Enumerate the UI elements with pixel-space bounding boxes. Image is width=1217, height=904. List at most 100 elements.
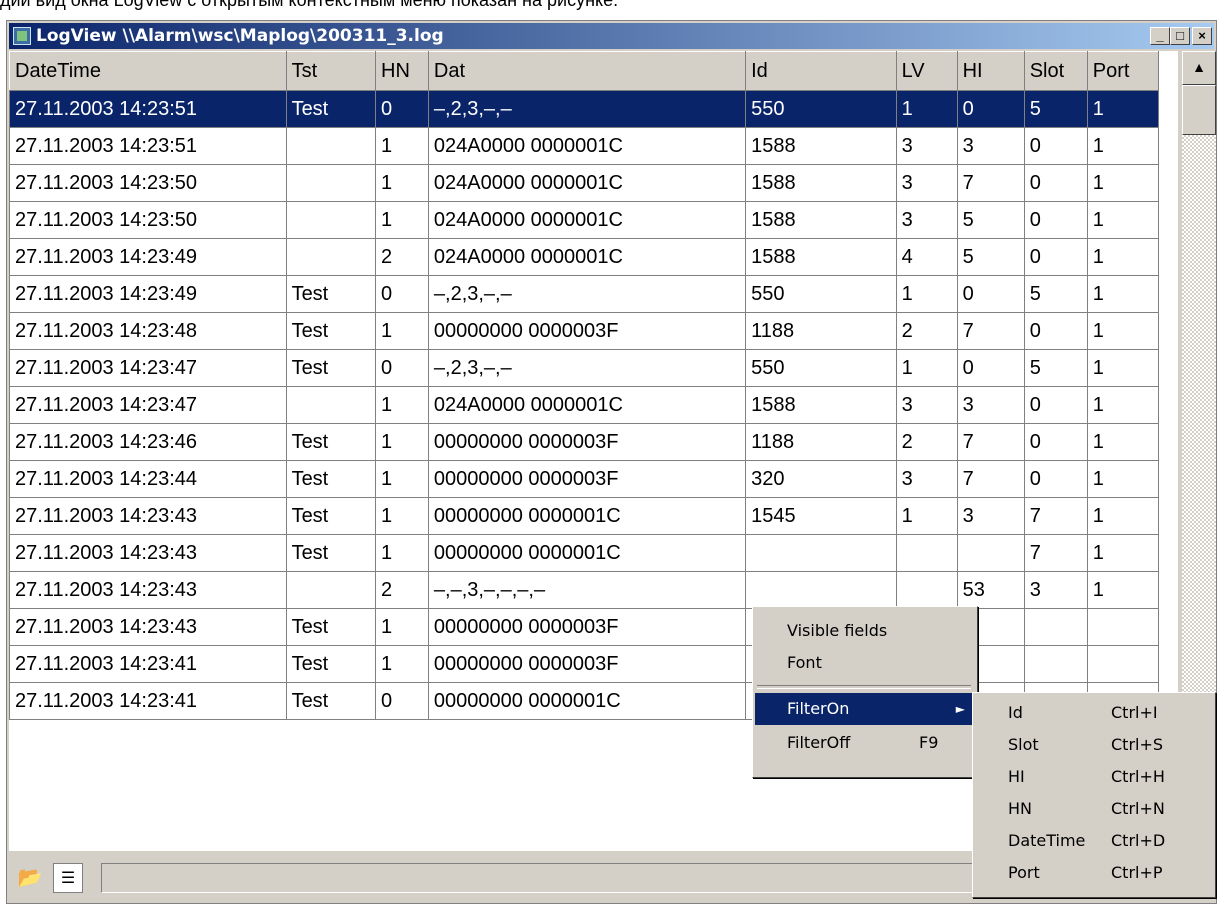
submenu-item-label: Port [1008,863,1040,882]
table-cell: 1 [1086,90,1160,128]
submenu-item-slot[interactable]: Slot Ctrl+S [975,729,1211,761]
table-row[interactable]: 27.11.2003 14:23:50 1 024A0000 0000001C 158… [9,201,1160,239]
table-cell: 1 [375,423,429,461]
table-row[interactable]: 27.11.2003 14:23:41 Test 1 00000000 0000003… [9,645,1160,683]
table-row[interactable]: 27.11.2003 14:23:47 1 024A0000 0000001C 158… [9,386,1160,424]
table-cell: –,2,3,–,– [427,90,747,128]
submenu-item-shortcut: Ctrl+S [1111,735,1164,754]
submenu-item-label: DateTime [1008,831,1086,850]
table-cell: 1588 [745,201,897,239]
table-row[interactable]: 27.11.2003 14:23:49 Test 0 –,2,3,–,– 550 1 0 5 1 [9,275,1160,313]
title-bar[interactable]: LogView \\Alarm\wsc\Maplog\200311_3.log … [9,23,1214,49]
submenu-item-label: Id [1008,703,1023,722]
table-cell: Test [285,460,377,498]
table-cell: 0 [1023,164,1088,202]
submenu-item-shortcut: Ctrl+D [1111,831,1166,850]
table-cell: 1 [1086,201,1160,239]
table-row[interactable]: 27.11.2003 14:23:43 Test 1 00000000 0000003… [9,608,1160,646]
submenu-item-id[interactable]: Id Ctrl+I [975,697,1211,729]
maximize-button[interactable]: □ [1170,27,1190,45]
open-folder-icon[interactable]: 📂 [15,863,45,893]
menu-item-shortcut: F9 [919,733,939,752]
table-row[interactable]: 27.11.2003 14:23:48 Test 1 00000000 0000003… [9,312,1160,350]
table-cell: 2 [375,238,429,276]
table-cell: 27.11.2003 14:23:43 [9,497,287,535]
table-row[interactable]: 27.11.2003 14:23:43 2 –,–,3,–,–,–,– 53 3 1 [9,571,1160,609]
submenu-item-port[interactable]: Port Ctrl+P [975,857,1211,889]
menu-item-filter-off[interactable]: FilterOff F9 [755,727,973,759]
table-cell: 0 [1023,201,1088,239]
table-cell: 1 [895,90,958,128]
table-cell [745,534,897,572]
table-cell: Test [285,275,377,313]
table-cell: 0 [375,90,429,128]
table-cell: 1 [1086,497,1160,535]
submenu-item-shortcut: Ctrl+I [1111,703,1158,722]
table-cell: 1 [375,497,429,535]
column-header[interactable]: Slot [1023,51,1088,91]
table-cell: 4 [895,238,958,276]
scroll-thumb[interactable] [1182,85,1216,135]
submenu-item-datetime[interactable]: DateTime Ctrl+D [975,825,1211,857]
table-cell: 00000000 0000003F [427,645,747,683]
table-cell: 1 [1086,238,1160,276]
table-row[interactable]: 27.11.2003 14:23:46 Test 1 00000000 0000003… [9,423,1160,461]
table-cell: –,2,3,–,– [427,349,747,387]
table-cell: Test [285,349,377,387]
table-cell: Test [285,312,377,350]
menu-item-label: Font [787,653,822,672]
table-cell [285,201,377,239]
table-cell: 1 [1086,460,1160,498]
menu-item-label: FilterOff [787,733,851,752]
table-cell: 00000000 0000001C [427,497,747,535]
context-menu: Visible fields Font FilterOn ► FilterOff… [752,606,978,778]
submenu-item-shortcut: Ctrl+P [1111,863,1163,882]
column-header[interactable]: Dat [427,51,747,91]
table-row[interactable]: 27.11.2003 14:23:43 Test 1 00000000 0000001… [9,497,1160,535]
table-row[interactable]: 27.11.2003 14:23:50 1 024A0000 0000001C 158… [9,164,1160,202]
table-row[interactable]: 27.11.2003 14:23:51 Test 0 –,2,3,–,– 550 1 0 5 1 [9,90,1160,128]
table-cell: 0 [956,275,1025,313]
column-header[interactable]: LV [895,51,958,91]
table-cell: 27.11.2003 14:23:44 [9,460,287,498]
table-cell: 7 [1023,534,1088,572]
table-cell: 27.11.2003 14:23:43 [9,571,287,609]
table-cell: 1 [375,534,429,572]
table-cell: 2 [895,312,958,350]
table-cell: 1 [375,386,429,424]
document-text-line: дии вид окна LogView с открытым контекст… [0,0,619,10]
table-cell: 27.11.2003 14:23:51 [9,127,287,165]
table-cell: 1 [1086,127,1160,165]
table-row[interactable]: 27.11.2003 14:23:44 Test 1 00000000 0000003… [9,460,1160,498]
submenu-item-hi[interactable]: HI Ctrl+H [975,761,1211,793]
menu-item-visible-fields[interactable]: Visible fields [755,615,973,647]
app-icon [13,27,31,45]
scroll-up-arrow-icon[interactable]: ▲ [1182,51,1216,85]
column-header[interactable]: Tst [285,51,377,91]
column-header[interactable]: DateTime [9,51,287,91]
table-cell: 00000000 0000003F [427,423,747,461]
table-cell: Test [285,645,377,683]
table-row[interactable]: 27.11.2003 14:23:43 Test 1 00000000 0000001… [9,534,1160,572]
table-row[interactable]: 27.11.2003 14:23:47 Test 0 –,2,3,–,– 550 1 0 5 1 [9,349,1160,387]
table-cell: 0 [375,682,429,720]
submenu-item-label: HN [1008,799,1032,818]
table-cell: 27.11.2003 14:23:49 [9,238,287,276]
submenu-item-hn[interactable]: HN Ctrl+N [975,793,1211,825]
column-header[interactable]: HI [956,51,1025,91]
table-row[interactable]: 27.11.2003 14:23:51 1 024A0000 0000001C 158… [9,127,1160,165]
table-row[interactable]: 27.11.2003 14:23:49 2 024A0000 0000001C 158… [9,238,1160,276]
window-title: LogView \\Alarm\wsc\Maplog\200311_3.log [36,26,444,46]
minimize-button[interactable]: _ [1150,27,1170,45]
column-header[interactable]: Port [1086,51,1160,91]
close-button[interactable]: × [1192,27,1212,45]
menu-item-filter-on[interactable]: FilterOn ► [755,693,973,725]
column-header[interactable]: HN [375,51,429,91]
menu-item-font[interactable]: Font [755,647,973,679]
table-cell: 1 [1086,534,1160,572]
column-header[interactable]: Id [745,51,897,91]
field-list-icon[interactable]: ☰ [53,863,83,893]
table-cell: 1588 [745,127,897,165]
table-cell: 3 [1023,571,1088,609]
table-cell: 27.11.2003 14:23:50 [9,201,287,239]
